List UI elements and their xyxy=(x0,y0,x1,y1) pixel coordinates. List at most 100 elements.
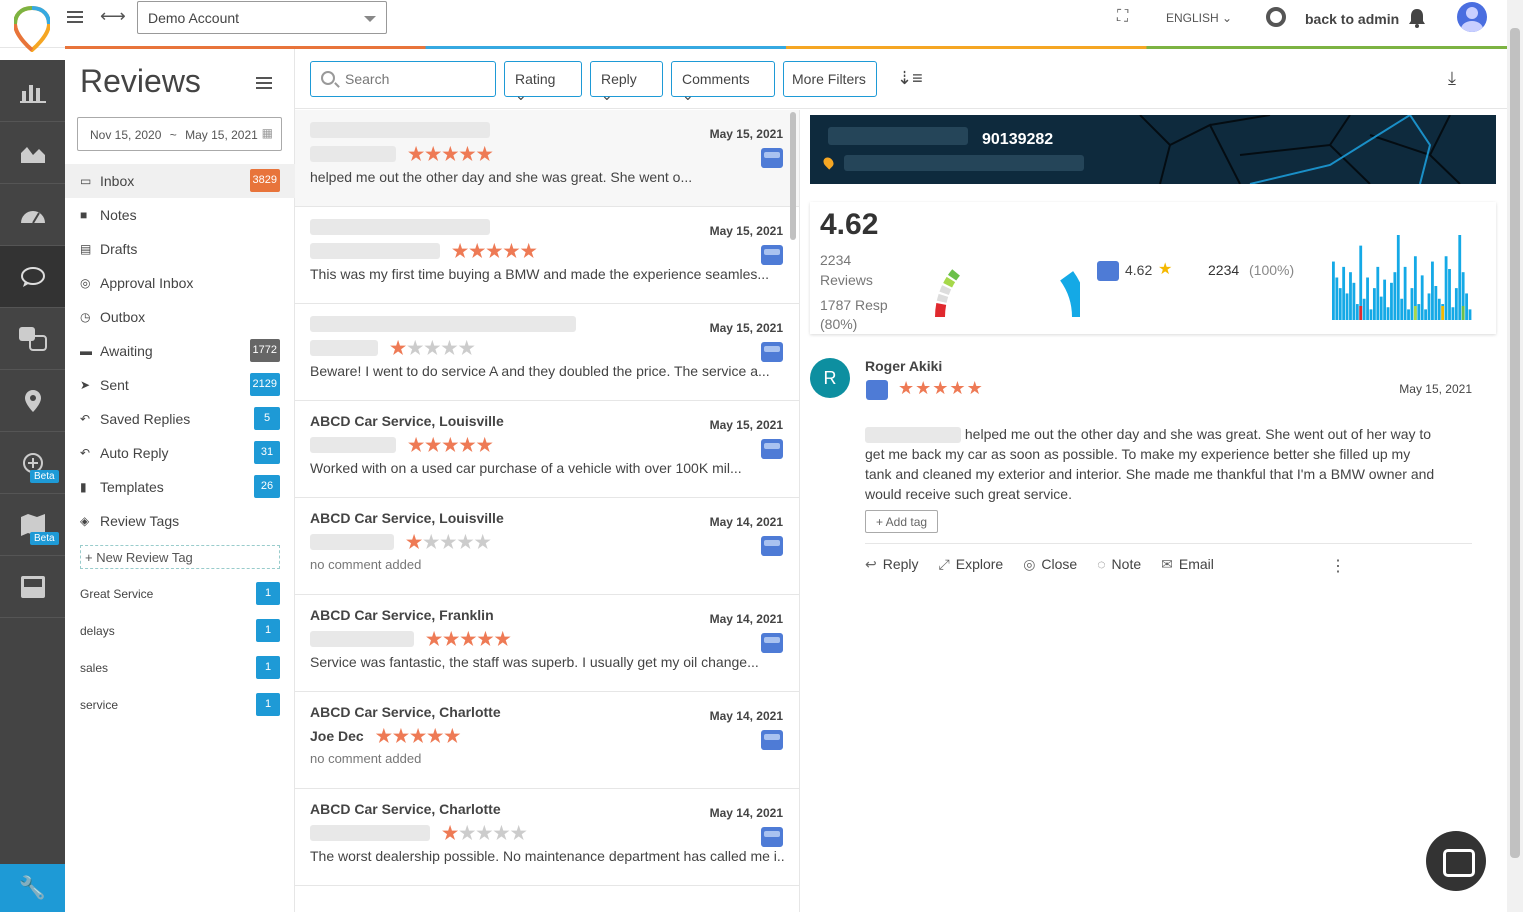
review-list[interactable]: May 15, 2021 ★★★★★ helped me out the other… xyxy=(295,110,800,912)
add-tag-button[interactable]: + Add tag xyxy=(865,510,939,533)
star-icon: ★ xyxy=(474,531,492,552)
qa-icon[interactable] xyxy=(0,308,65,370)
reply-filter-label: Reply xyxy=(601,71,637,87)
review-list-scrollbar[interactable] xyxy=(790,112,796,240)
sidebar-item-inbox[interactable]: ▭ Inbox 3829 xyxy=(65,164,295,198)
review-card[interactable]: ABCD Car Service, Charlotte May 14, 2021 ★… xyxy=(295,789,799,886)
sidebar-item-outbox[interactable]: ◷ Outbox xyxy=(65,300,295,334)
brand-logo-icon[interactable] xyxy=(14,6,50,52)
response-count: 1787 Resp xyxy=(820,297,888,313)
google-business-icon xyxy=(761,536,783,556)
location-icon[interactable] xyxy=(0,370,65,432)
star-icon: ★ xyxy=(898,378,916,398)
chat-launcher-icon[interactable] xyxy=(1426,831,1486,891)
review-card[interactable]: ABCD Car Service, Charlotte May 14, 2021 J… xyxy=(295,692,799,789)
more-options-icon[interactable]: ⋮ xyxy=(1330,556,1346,576)
inbox-tray-icon[interactable] xyxy=(0,556,65,618)
gauge-segment xyxy=(939,285,952,296)
reviews-icon[interactable] xyxy=(0,246,65,308)
sidebar-item-sent[interactable]: ➤ Sent 2129 xyxy=(65,368,295,402)
area-chart-icon[interactable] xyxy=(0,122,65,184)
resize-arrows-icon[interactable]: ⟷ xyxy=(100,6,126,27)
new-review-tag-button[interactable]: + New Review Tag xyxy=(80,545,280,569)
review-tag-item[interactable]: delays 1 xyxy=(65,612,295,649)
review-card[interactable]: May 15, 2021 ★★★★★ Beware! I went to do se… xyxy=(295,304,799,401)
redacted-location xyxy=(310,219,490,235)
sidebar-item-saved-replies[interactable]: ↶ Saved Replies 5 xyxy=(65,402,295,436)
comments-filter-button[interactable]: Comments ⌄ xyxy=(671,61,775,103)
dashboard-icon[interactable] xyxy=(0,184,65,246)
review-body: helped me out the other day and she was … xyxy=(865,424,1440,504)
main-menu-icon[interactable] xyxy=(67,11,83,23)
maps-icon[interactable]: Beta xyxy=(0,494,65,556)
chevron-down-icon: ⌄ xyxy=(601,87,613,103)
tag-label: service xyxy=(80,697,119,712)
close-button[interactable]: ◎ Close xyxy=(1023,556,1077,573)
review-card[interactable]: ABCD Car Service, Franklin May 14, 2021 ★★… xyxy=(295,595,799,692)
review-card[interactable]: May 15, 2021 ★★★★★ This was my first time … xyxy=(295,207,799,304)
star-icon: ★ xyxy=(425,143,443,164)
sort-icon[interactable]: ⇣≡ xyxy=(897,68,923,89)
sidebar-menu-icon[interactable] xyxy=(256,77,272,89)
page-scrollbar-thumb[interactable] xyxy=(1510,28,1520,858)
top-bar: ⟷ Demo Account ⛶ ENGLISH ⌄ back to admin xyxy=(0,0,1507,52)
back-to-admin-link[interactable]: back to admin xyxy=(1305,11,1399,27)
wrench-icon[interactable]: 🔧 xyxy=(0,864,65,912)
search-input[interactable]: Search xyxy=(310,61,496,97)
star-icon: ★ xyxy=(390,337,408,358)
sidebar-item-drafts[interactable]: ▤ Drafts xyxy=(65,232,295,266)
sidebar-item-approval-inbox[interactable]: ◎ Approval Inbox xyxy=(65,266,295,300)
beta-badge: Beta xyxy=(30,532,59,545)
sidebar-item-awaiting[interactable]: ▬ Awaiting 1772 xyxy=(65,334,295,368)
help-icon[interactable] xyxy=(1266,7,1286,27)
google-review-count: 2234 xyxy=(1208,262,1240,278)
address-redacted xyxy=(844,155,1084,171)
reply-button[interactable]: ↩ Reply xyxy=(865,556,919,573)
language-select[interactable]: ENGLISH ⌄ xyxy=(1166,11,1232,25)
sidebar-item-notes[interactable]: ■ Notes xyxy=(65,198,295,232)
review-card[interactable]: ABCD Car Service, Louisville May 14, 2021… xyxy=(295,498,799,595)
review-actions: ↩ Reply ⤢ Explore ◎ Close ◌ Note ✉ Email xyxy=(865,556,1214,573)
histogram-bar xyxy=(1420,275,1424,320)
account-select[interactable]: Demo Account xyxy=(137,1,387,34)
star-icon: ★ xyxy=(457,531,475,552)
sidebar-item-auto-reply[interactable]: ↶ Auto Reply 31 xyxy=(65,436,295,470)
review-tag-item[interactable]: service 1 xyxy=(65,686,295,723)
review-tag-item[interactable]: sales 1 xyxy=(65,649,295,686)
reviewer-row: ★★★★★ xyxy=(310,821,784,845)
listing-icon[interactable]: Beta xyxy=(0,432,65,494)
email-button[interactable]: ✉ Email xyxy=(1161,556,1214,573)
more-filters-button[interactable]: More Filters xyxy=(783,61,877,97)
tag-count-badge: 1 xyxy=(256,693,280,716)
date-range-picker[interactable]: Nov 15, 2020 ~ May 15, 2021 ▦ xyxy=(77,117,282,151)
page-scrollbar[interactable] xyxy=(1507,0,1523,912)
rating-filter-button[interactable]: Rating ⌄ xyxy=(504,61,582,103)
review-snippet: Service was fantastic, the staff was sup… xyxy=(310,654,759,670)
download-icon[interactable]: ⤓ xyxy=(1448,68,1456,89)
histogram-bar-accent xyxy=(1413,306,1417,320)
star-icon: ★ xyxy=(408,143,426,164)
review-card[interactable]: May 15, 2021 ★★★★★ helped me out the other… xyxy=(295,110,799,207)
note-button[interactable]: ◌ Note xyxy=(1097,556,1141,573)
star-icon: ★ xyxy=(510,822,528,843)
user-avatar[interactable] xyxy=(1457,2,1487,32)
review-rating-stars: ★★★★★ xyxy=(426,629,512,650)
star-icon: ★ xyxy=(424,337,442,358)
fullscreen-icon[interactable]: ⛶ xyxy=(1117,8,1128,26)
expand-icon: ⤢ xyxy=(938,556,950,572)
review-card[interactable]: ABCD Car Service, Louisville May 15, 2021… xyxy=(295,401,799,498)
explore-button[interactable]: ⤢ Explore xyxy=(939,556,1004,573)
sidebar-item-review-tags[interactable]: ◈ Review Tags xyxy=(65,504,295,538)
redacted-name xyxy=(310,437,396,453)
review-tag-item[interactable]: Great Service 1 xyxy=(65,575,295,612)
search-placeholder: Search xyxy=(345,71,390,87)
reply-filter-button[interactable]: Reply ⌄ xyxy=(590,61,663,103)
sidebar-item-templates[interactable]: ▮ Templates 26 xyxy=(65,470,295,504)
draft-icon: ▤ xyxy=(80,242,92,256)
account-select-value: Demo Account xyxy=(148,10,240,26)
review-snippet: helped me out the other day and she was … xyxy=(310,169,693,185)
review-rating-stars: ★★★★★ xyxy=(408,435,494,456)
analytics-icon[interactable] xyxy=(0,60,65,122)
star-icon: ★ xyxy=(503,240,521,261)
bell-icon[interactable] xyxy=(1408,8,1426,28)
